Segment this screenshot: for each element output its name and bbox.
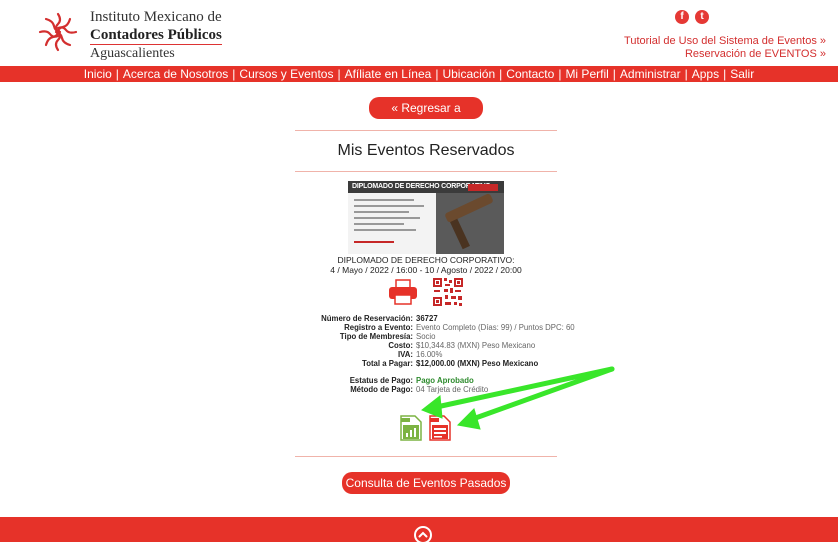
facebook-icon[interactable]: f [675, 10, 689, 24]
tutorial-link[interactable]: Tutorial de Uso del Sistema de Eventos » [624, 35, 826, 47]
imcp-logo-icon[interactable] [36, 10, 80, 54]
nav-item-ubicacion[interactable]: Ubicación [442, 67, 495, 81]
gavel-handle-graphic [450, 218, 470, 250]
nav-separator: | [435, 67, 439, 81]
scroll-up-icon[interactable] [414, 526, 432, 544]
nav-separator: | [337, 67, 341, 81]
nav-separator: | [558, 67, 562, 81]
event-banner-image[interactable]: DIPLOMADO DE DERECHO CORPORATIVO [348, 181, 504, 254]
nav-item-acerca[interactable]: Acerca de Nosotros [123, 67, 228, 81]
org-name-line2: Contadores Públicos [90, 27, 222, 43]
banner-text-panel [348, 193, 436, 254]
detail-row: Total a Pagar: $12,000.00 (MXN) Peso Mexi… [296, 358, 575, 369]
past-events-button[interactable]: Consulta de Eventos Pasados » [342, 472, 510, 512]
xls-file-icon[interactable] [400, 415, 422, 441]
detail-label: Método de Pago: [350, 385, 413, 395]
nav-separator: | [499, 67, 503, 81]
page-title: Mis Eventos Reservados [337, 142, 515, 159]
nav-item-inicio[interactable]: Inicio [84, 67, 112, 81]
twitter-icon[interactable]: t [695, 10, 709, 24]
event-name: DIPLOMADO DE DERECHO CORPORATIVO: [337, 255, 515, 265]
registration-value: Evento Completo (Días: 99) / Puntos DPC:… [416, 322, 575, 332]
nav-separator: | [115, 67, 119, 81]
gavel-graphic [444, 192, 494, 224]
detail-label: Total a Pagar: [362, 358, 413, 368]
nav-item-cursos[interactable]: Cursos y Eventos [239, 67, 333, 81]
main-nav: Inicio | Acerca de Nosotros | Cursos y Event… [0, 66, 838, 82]
nav-item-salir[interactable]: Salir [730, 67, 754, 81]
total-value: $12,000.00 (MXN) Peso Mexicano [416, 358, 539, 368]
nav-item-mi-perfil[interactable]: Mi Perfil [565, 67, 608, 81]
reservation-link[interactable]: Reservación de EVENTOS » [685, 48, 826, 60]
divider [295, 171, 557, 172]
detail-row: Método de Pago: 04 Tarjeta de Crédito [296, 385, 575, 395]
social-links: f t [675, 10, 709, 24]
org-name[interactable]: Instituto Mexicano de Contadores Público… [90, 8, 222, 63]
event-info: DIPLOMADO DE DERECHO CORPORATIVO: 4 / Ma… [295, 255, 557, 275]
nav-item-administrar[interactable]: Administrar [620, 67, 681, 81]
site-header: Instituto Mexicano de Contadores Público… [0, 0, 838, 64]
event-dates: 4 / Mayo / 2022 / 16:00 - 10 / Agosto / … [330, 265, 522, 275]
back-to-events-button[interactable]: « Regresar a Eventos [369, 97, 483, 137]
org-name-line3: Aguascalientes [90, 44, 222, 63]
banner-tag [468, 184, 498, 191]
nav-item-afiliate[interactable]: Afíliate en Línea [345, 67, 432, 81]
org-name-line1: Instituto Mexicano de [90, 9, 222, 25]
nav-separator: | [232, 67, 236, 81]
reservation-details: Número de Reservación: 36727 Registro a E… [296, 314, 575, 395]
divider [295, 456, 557, 457]
nav-item-apps[interactable]: Apps [692, 67, 719, 81]
nav-separator: | [723, 67, 727, 81]
nav-separator: | [612, 67, 616, 81]
payment-method-value: 04 Tarjeta de Crédito [416, 385, 489, 395]
qr-code-icon[interactable] [432, 277, 464, 307]
nav-separator: | [684, 67, 688, 81]
pdf-file-icon[interactable] [429, 415, 451, 441]
divider [295, 130, 557, 131]
nav-item-contacto[interactable]: Contacto [506, 67, 554, 81]
printer-icon[interactable] [388, 279, 418, 305]
